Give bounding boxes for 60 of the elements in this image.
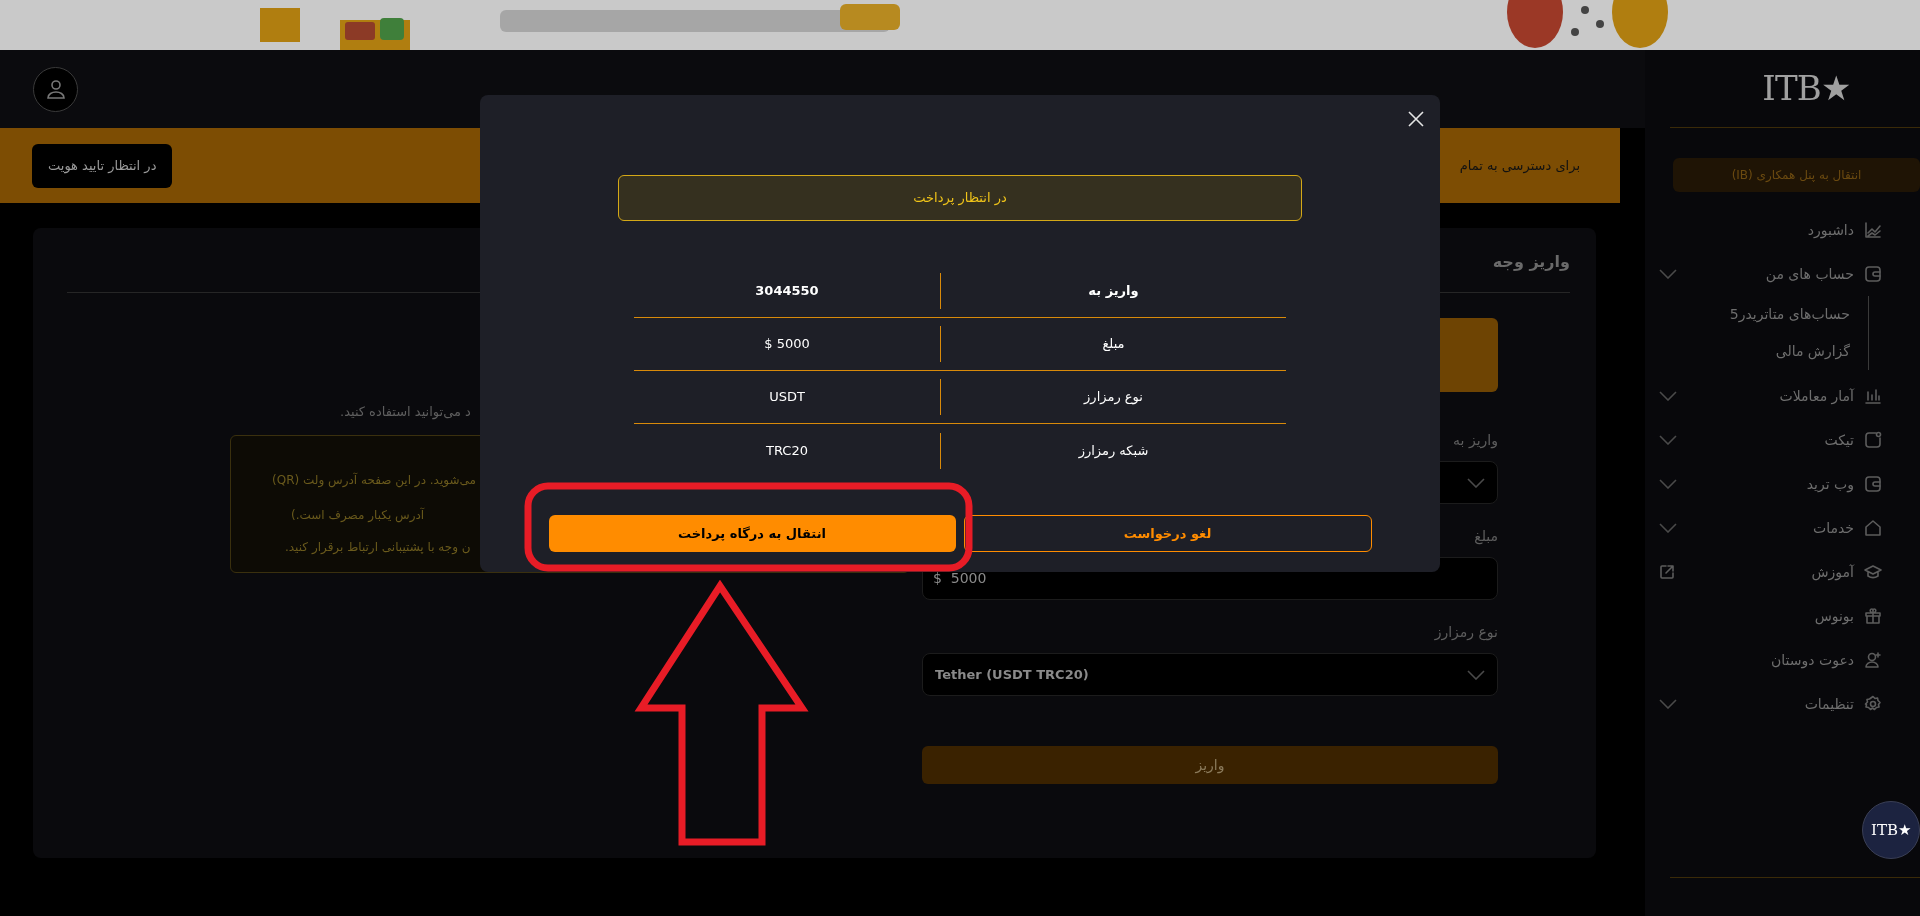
cancel-request-button[interactable]: لغو درخواست bbox=[963, 515, 1372, 552]
select-field[interactable]: Tether (USDT TRC20) bbox=[922, 653, 1498, 696]
sidebar-item[interactable]: خدمات bbox=[1645, 506, 1920, 550]
notice-line: آدرس یکبار مصرف است.) bbox=[291, 506, 425, 524]
sidebar-item[interactable]: حساب های من bbox=[1645, 252, 1920, 296]
select-value: Tether (USDT TRC20) bbox=[935, 665, 1089, 684]
sidebar-item[interactable]: بونوس bbox=[1645, 594, 1920, 638]
partner-panel-button[interactable]: انتقال به پنل همکاری (IB) bbox=[1673, 158, 1920, 192]
sidebar-item[interactable]: دعوت دوستان bbox=[1645, 638, 1920, 682]
field-label: مبلغ bbox=[1474, 527, 1498, 547]
note-icon bbox=[1864, 431, 1882, 449]
chevron-down-icon bbox=[1659, 479, 1677, 489]
user-avatar-icon[interactable] bbox=[33, 66, 78, 112]
sidebar-item[interactable]: تنظیمات bbox=[1645, 682, 1920, 726]
info-text: د می‌توانید استفاده کنید. bbox=[340, 403, 471, 422]
wallet-icon bbox=[1864, 265, 1882, 283]
chart-icon bbox=[1864, 221, 1882, 239]
sidebar-item[interactable]: داشبورد bbox=[1645, 208, 1920, 252]
field-label: نوع رمزارز bbox=[1434, 623, 1498, 643]
graduation-cap-icon bbox=[1864, 564, 1882, 580]
close-icon[interactable] bbox=[1408, 111, 1424, 127]
payment-status-badge: در انتظار پرداخت bbox=[618, 175, 1302, 221]
external-link-icon bbox=[1659, 564, 1675, 580]
chevron-down-icon bbox=[1659, 391, 1677, 401]
chevron-down-icon bbox=[1659, 699, 1677, 709]
deposit-button[interactable]: واریز bbox=[922, 746, 1498, 784]
detail-value: TRC20 bbox=[765, 441, 809, 460]
detail-label: واریز به bbox=[1087, 282, 1140, 301]
sidebar-subitem[interactable]: حساب‌های متاتریدر5 bbox=[1645, 296, 1868, 333]
notice-line: ن وجه با پشتیبانی ارتباط برقرار کنید. bbox=[285, 539, 471, 556]
bar-chart-icon bbox=[1864, 387, 1882, 405]
chevron-down-icon bbox=[1659, 269, 1677, 279]
sidebar-subitem[interactable]: گزارش مالی bbox=[1645, 333, 1868, 370]
detail-label: مبلغ bbox=[1101, 335, 1126, 354]
chevron-down-icon bbox=[1467, 669, 1485, 680]
logo-badge[interactable]: ITB★ bbox=[1862, 801, 1920, 859]
sidebar-item[interactable]: آمار معاملات bbox=[1645, 374, 1920, 418]
detail-value: 3044550 bbox=[754, 282, 820, 301]
chevron-down-icon bbox=[1659, 435, 1677, 445]
home-icon bbox=[1864, 519, 1882, 537]
settings-icon bbox=[1864, 695, 1882, 713]
user-plus-icon bbox=[1864, 651, 1882, 669]
notice-text: برای دسترسی به تمام bbox=[1459, 156, 1580, 176]
detail-label: نوع رمزارز bbox=[1082, 388, 1144, 407]
chevron-down-icon bbox=[1659, 523, 1677, 533]
page-title: واریز وجه bbox=[1492, 251, 1570, 273]
wallet-icon bbox=[1864, 475, 1882, 493]
chevron-down-icon bbox=[1467, 477, 1485, 488]
sidebar-item[interactable]: تیکت bbox=[1645, 418, 1920, 462]
verification-pending-button[interactable]: در انتظار تایید هویت bbox=[32, 143, 173, 188]
payment-gateway-button[interactable]: انتقال به درگاه پرداخت bbox=[548, 515, 956, 552]
detail-value: USDT bbox=[768, 388, 806, 407]
sidebar-item[interactable]: آموزش bbox=[1645, 550, 1920, 594]
field-label: واریز به bbox=[1453, 431, 1498, 451]
detail-value: $ 5000 bbox=[763, 335, 811, 354]
detail-label: شبکه رمزارز bbox=[1077, 441, 1150, 461]
gift-icon bbox=[1864, 607, 1882, 625]
logo: ITB★ bbox=[1762, 67, 1850, 110]
notice-line: می‌شوید. در این صفحه آدرس ولت (QR) bbox=[272, 471, 476, 489]
sidebar-item[interactable]: وب ترید bbox=[1645, 462, 1920, 506]
